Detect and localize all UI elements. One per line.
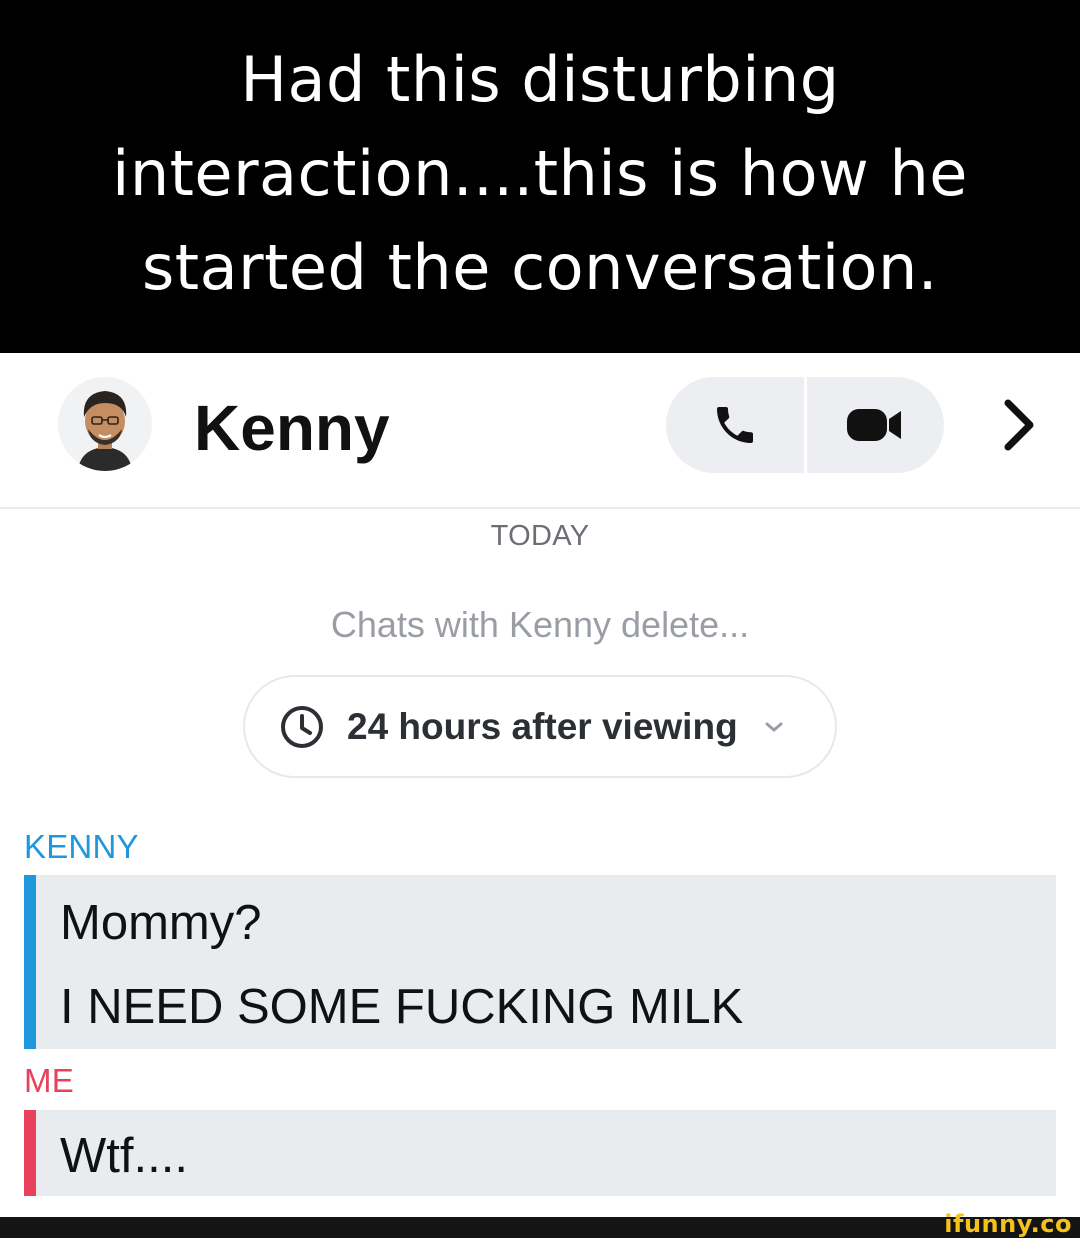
caption-line: Had this disturbing: [240, 42, 840, 116]
message-text[interactable]: Mommy?: [60, 895, 261, 951]
call-actions: [666, 377, 944, 473]
clock-icon: [281, 705, 323, 748]
caption-line: interaction....this is how he: [112, 136, 968, 210]
contact-name[interactable]: Kenny: [194, 391, 390, 465]
ifunny-watermark: ifunny.co: [944, 1210, 1072, 1238]
sender-label-me: ME: [24, 1062, 74, 1099]
sender-accent-bar: [24, 875, 36, 1049]
message-group-kenny[interactable]: Mommy? I NEED SOME FUCKING MILK: [24, 875, 1056, 1049]
bitmoji-avatar-icon[interactable]: [58, 377, 152, 471]
chat-header: Kenny: [0, 353, 1080, 509]
sender-accent-bar: [24, 1110, 36, 1196]
phone-icon: [716, 407, 753, 443]
chevron-right-icon[interactable]: [990, 393, 1046, 457]
watermark-strip: [0, 1217, 1080, 1238]
message-text[interactable]: Wtf....: [60, 1128, 188, 1184]
message-group-me[interactable]: Wtf....: [24, 1110, 1056, 1196]
timer-label: 24 hours after viewing: [347, 705, 738, 747]
delete-notice: Chats with Kenny delete...: [330, 604, 750, 645]
meme-caption: Had this disturbing interaction....this …: [112, 33, 968, 315]
delete-timer-selector[interactable]: 24 hours after viewing: [243, 675, 837, 778]
caption-line: started the conversation.: [142, 230, 938, 304]
sender-label-kenny: KENNY: [24, 828, 139, 865]
message-text[interactable]: I NEED SOME FUCKING MILK: [60, 979, 743, 1035]
chevron-down-icon: [765, 722, 783, 731]
date-separator: TODAY: [490, 520, 590, 552]
video-call-button[interactable]: [807, 377, 945, 473]
meme-caption-banner: Had this disturbing interaction....this …: [0, 0, 1080, 353]
phone-call-button[interactable]: [666, 377, 804, 473]
video-camera-icon: [847, 409, 902, 441]
